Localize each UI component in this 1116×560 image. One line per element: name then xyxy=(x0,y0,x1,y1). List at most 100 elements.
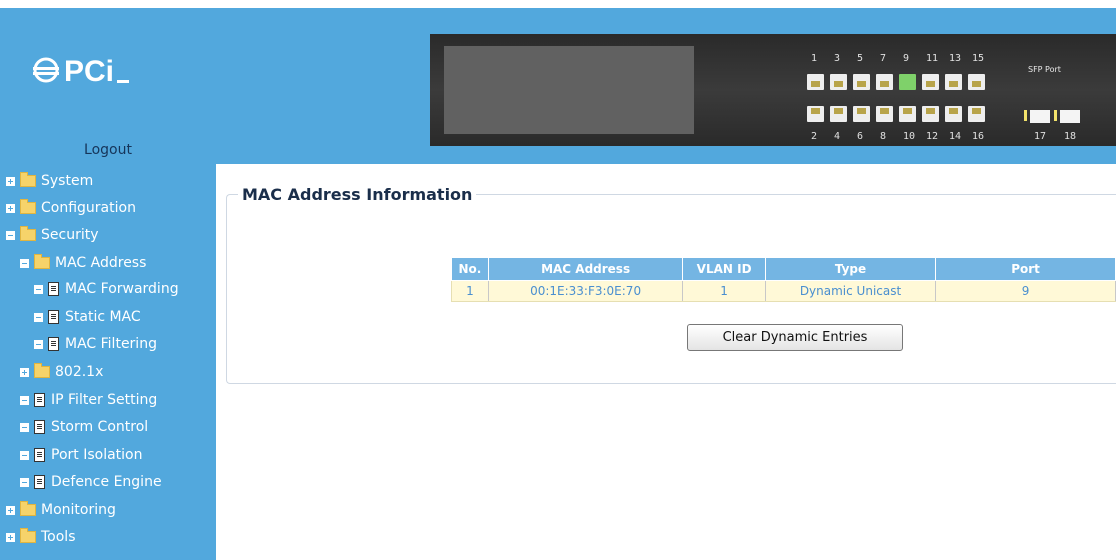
collapse-icon[interactable] xyxy=(20,422,29,432)
logo-text: PCi xyxy=(64,55,114,88)
sidebar-item-port-isolation[interactable]: Port Isolation xyxy=(20,443,142,467)
port-number-label: 7 xyxy=(880,53,887,64)
sidebar-item-label: MAC Forwarding xyxy=(65,281,179,297)
pci-logo: PCi xyxy=(30,50,150,90)
expand-icon[interactable] xyxy=(6,176,15,186)
sidebar-item-tools[interactable]: Tools xyxy=(6,525,76,549)
sidebar-item-configuration[interactable]: Configuration xyxy=(6,196,136,220)
sidebar-item-label: Port Isolation xyxy=(51,447,143,463)
document-icon xyxy=(48,337,59,351)
sidebar-item-label: 802.1x xyxy=(55,364,104,380)
table-header-row: No. MAC Address VLAN ID Type Port xyxy=(451,257,1116,281)
ethernet-port-icon xyxy=(853,106,870,122)
expand-icon[interactable] xyxy=(20,367,29,377)
ethernet-port-icon xyxy=(899,106,916,122)
ethernet-port-icon xyxy=(807,106,824,122)
sidebar-item-802-1x[interactable]: 802.1x xyxy=(20,360,103,384)
sidebar-item-label: Tools xyxy=(41,529,76,545)
collapse-icon[interactable] xyxy=(34,312,43,322)
sidebar-item-label: System xyxy=(41,173,94,189)
header-banner: PCi Logout 1 3 5 7 9 11 13 15 2 4 6 8 10 12 14 16 17 18 S… xyxy=(0,8,1116,164)
sidebar-item-mac-forwarding[interactable]: MAC Forwarding xyxy=(34,277,179,301)
folder-icon xyxy=(20,172,36,187)
ethernet-port-icon xyxy=(807,74,824,90)
sidebar-item-mac-address[interactable]: MAC Address xyxy=(20,251,146,275)
clear-dynamic-entries-button[interactable]: Clear Dynamic Entries xyxy=(687,324,903,351)
ethernet-port-icon xyxy=(945,74,962,90)
sidebar-item-defence-engine[interactable]: Defence Engine xyxy=(20,470,162,494)
port-number-label: 3 xyxy=(834,53,841,64)
port-number-label: 8 xyxy=(880,131,887,142)
ethernet-port-icon xyxy=(922,74,939,90)
mac-address-table: No. MAC Address VLAN ID Type Port 1 00:1… xyxy=(451,257,1116,302)
sfp-port-label: SFP Port xyxy=(1028,65,1061,74)
logout-link[interactable]: Logout xyxy=(0,142,216,158)
port-number-label: 9 xyxy=(903,53,910,64)
collapse-icon[interactable] xyxy=(6,230,15,240)
document-icon xyxy=(34,475,45,489)
sidebar-item-ip-filter-setting[interactable]: IP Filter Setting xyxy=(20,388,157,412)
sidebar-item-label: Defence Engine xyxy=(51,474,162,490)
collapse-icon[interactable] xyxy=(34,284,43,294)
cell-mac-address: 00:1E:33:F3:0E:70 xyxy=(487,280,684,302)
top-band xyxy=(0,0,1116,8)
ethernet-port-icon xyxy=(876,106,893,122)
sidebar-item-system[interactable]: System xyxy=(6,169,93,193)
port-number-label: 15 xyxy=(972,53,985,64)
port-number-label: 12 xyxy=(926,131,939,142)
ethernet-port-icon xyxy=(968,74,985,90)
column-header-vlan-id: VLAN ID xyxy=(682,257,766,281)
table-row: 1 00:1E:33:F3:0E:70 1 Dynamic Unicast 9 xyxy=(451,280,1116,302)
document-icon xyxy=(34,448,45,462)
folder-icon xyxy=(20,528,36,543)
sidebar-item-storm-control[interactable]: Storm Control xyxy=(20,415,148,439)
port-number-label: 18 xyxy=(1064,131,1077,142)
document-icon xyxy=(48,310,59,324)
sidebar-item-static-mac[interactable]: Static MAC xyxy=(34,305,141,329)
folder-open-icon xyxy=(20,226,36,241)
switch-display xyxy=(444,46,694,134)
port-number-label: 2 xyxy=(811,131,818,142)
port-number-label: 16 xyxy=(972,131,985,142)
section-title: MAC Address Information xyxy=(238,185,477,204)
port-number-label: 17 xyxy=(1034,131,1047,142)
sidebar-item-monitoring[interactable]: Monitoring xyxy=(6,498,116,522)
document-icon xyxy=(34,393,45,407)
expand-icon[interactable] xyxy=(6,203,15,213)
cell-no: 1 xyxy=(451,280,489,302)
sidebar-item-label: Monitoring xyxy=(41,502,116,518)
sidebar-menu: System Configuration Security MAC Address MA… xyxy=(0,164,216,560)
port-number-label: 14 xyxy=(949,131,962,142)
ethernet-port-icon xyxy=(830,106,847,122)
ethernet-port-icon xyxy=(899,74,916,90)
sidebar-item-label: Configuration xyxy=(41,200,136,216)
folder-open-icon xyxy=(34,254,50,269)
sidebar-item-label: IP Filter Setting xyxy=(51,392,158,408)
cell-vlan-id: 1 xyxy=(682,280,766,302)
port-number-label: 4 xyxy=(834,131,841,142)
sidebar-item-mac-filtering[interactable]: MAC Filtering xyxy=(34,332,157,356)
document-icon xyxy=(48,282,59,296)
document-icon xyxy=(34,420,45,434)
collapse-icon[interactable] xyxy=(20,395,29,405)
cell-port: 9 xyxy=(935,280,1116,302)
ethernet-port-icon xyxy=(853,74,870,90)
sfp-led-icon xyxy=(1024,110,1027,121)
port-number-label: 1 xyxy=(811,53,818,64)
sidebar-item-security[interactable]: Security xyxy=(6,223,99,247)
expand-icon[interactable] xyxy=(6,532,15,542)
port-number-label: 5 xyxy=(857,53,864,64)
sidebar-item-label: Static MAC xyxy=(65,309,141,325)
port-number-label: 10 xyxy=(903,131,916,142)
column-header-port: Port xyxy=(935,257,1116,281)
port-number-label: 6 xyxy=(857,131,864,142)
column-header-type: Type xyxy=(764,257,937,281)
collapse-icon[interactable] xyxy=(20,450,29,460)
collapse-icon[interactable] xyxy=(34,339,43,349)
expand-icon[interactable] xyxy=(6,505,15,515)
switch-front-panel: 1 3 5 7 9 11 13 15 2 4 6 8 10 12 14 16 17 18 SFP Port xyxy=(430,34,1116,146)
collapse-icon[interactable] xyxy=(20,477,29,487)
ethernet-port-icon xyxy=(968,106,985,122)
sfp-led-icon xyxy=(1054,110,1057,121)
collapse-icon[interactable] xyxy=(20,258,29,268)
